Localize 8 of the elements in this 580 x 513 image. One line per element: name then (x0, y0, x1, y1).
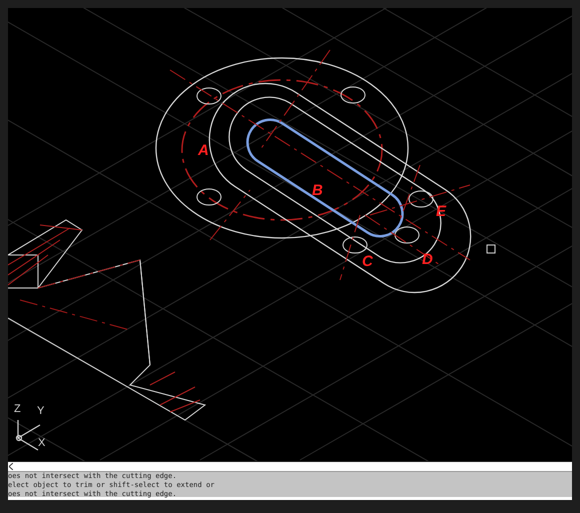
drawing-label: C (362, 254, 373, 269)
drawing-label: D (422, 252, 433, 267)
drawing-label: A (198, 143, 209, 158)
axis-label: Y (37, 406, 44, 417)
axis-label: X (38, 438, 46, 449)
axis-label: Z (14, 404, 21, 415)
pick-box-icon (486, 244, 496, 254)
drawing-label: B (312, 183, 323, 198)
